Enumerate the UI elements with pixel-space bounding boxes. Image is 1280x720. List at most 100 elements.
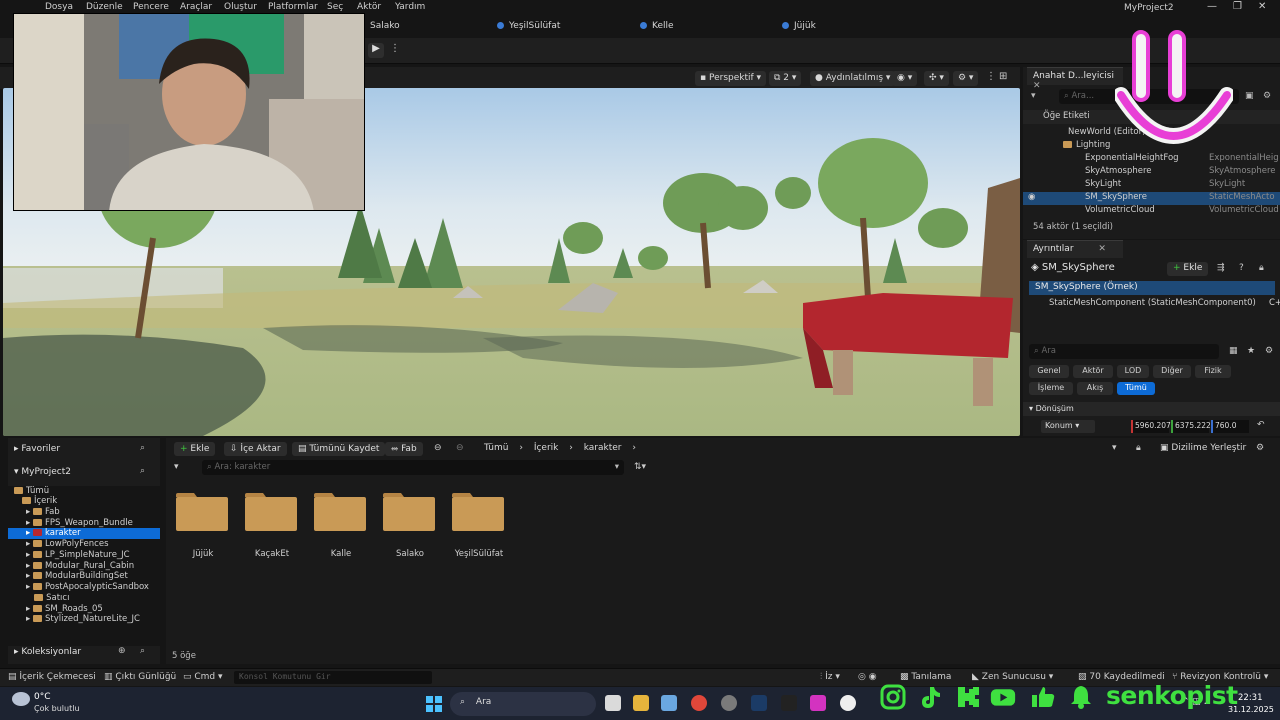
tab-jujuk[interactable]: Jüjük: [782, 21, 816, 31]
folder-tile[interactable]: KaçakEt: [237, 488, 297, 559]
more-options-icon[interactable]: ⋮: [390, 43, 400, 54]
eye-icon[interactable]: ◉: [1028, 192, 1035, 202]
outliner-row[interactable]: VolumetricCloud VolumetricCloud: [1023, 205, 1280, 218]
add-button[interactable]: + Ekle: [174, 442, 216, 456]
reset-icon[interactable]: ↶: [1257, 420, 1265, 430]
menu-select[interactable]: Seç: [327, 2, 343, 12]
app-icon[interactable]: [721, 695, 737, 711]
save-all-button[interactable]: ▤ Tümünü Kaydet: [292, 442, 386, 456]
search-icon[interactable]: ⌕: [140, 466, 145, 476]
fab-button[interactable]: ⥈ Fab: [385, 442, 423, 456]
location-z-field[interactable]: 760.0: [1211, 420, 1249, 433]
output-log-button[interactable]: ▥ Çıktı Günlüğü: [104, 672, 176, 682]
settings-icon[interactable]: ⚙ ▾: [953, 71, 979, 86]
location-dropdown[interactable]: Konum ▾: [1041, 420, 1095, 433]
menu-help[interactable]: Yardım: [395, 2, 425, 12]
tab-yesilsulufat[interactable]: YeşilSülüfat: [497, 21, 560, 31]
favorites-header[interactable]: ▸ Favoriler: [14, 444, 60, 454]
sort-icon[interactable]: ⇅▾: [634, 462, 646, 472]
taskbar-search[interactable]: ⌕ Ara: [450, 692, 596, 716]
filter-icon[interactable]: ▾: [1031, 91, 1036, 101]
show-flags-icon[interactable]: ◉ ▾: [892, 71, 918, 86]
search-icon[interactable]: ⌕: [140, 443, 145, 453]
grid-icon[interactable]: ▦: [1229, 346, 1238, 356]
tree-item[interactable]: ▸ Stylized_NatureLite_JC: [8, 614, 160, 625]
breadcrumb-item[interactable]: karakter: [584, 443, 622, 453]
tab-kelle[interactable]: Kelle: [640, 21, 674, 31]
menu-create[interactable]: Oluştur: [224, 2, 257, 12]
filter-lod[interactable]: LOD: [1117, 365, 1149, 378]
unreal-engine-icon[interactable]: [840, 695, 856, 711]
trace-dropdown[interactable]: ⫶ İz ▾: [820, 672, 840, 682]
play-icon[interactable]: ▶: [368, 43, 384, 58]
outliner-settings-icon[interactable]: ⚙: [1263, 91, 1271, 101]
streaming-app-icon[interactable]: [810, 695, 826, 711]
component-row[interactable]: StaticMeshComponent (StaticMeshComponent…: [1049, 298, 1280, 308]
weather-temp[interactable]: 0°C: [34, 692, 51, 702]
menu-tools[interactable]: Araçlar: [180, 2, 212, 12]
lock-icon[interactable]: 🔒︎: [1259, 263, 1264, 273]
maximize-icon[interactable]: ❐: [1233, 1, 1242, 12]
tree-item[interactable]: Satıcı: [8, 593, 160, 604]
file-explorer-icon[interactable]: [633, 695, 649, 711]
location-x-field[interactable]: 5960.207: [1131, 420, 1171, 433]
transform-icon[interactable]: ✣ ▾: [924, 71, 949, 86]
cb-settings-icon[interactable]: ⚙: [1256, 443, 1264, 453]
help-icon[interactable]: ?: [1239, 263, 1244, 273]
clock-time[interactable]: 22:31: [1238, 693, 1263, 703]
component-instance-row[interactable]: SM_SkySphere (Örnek): [1029, 281, 1275, 295]
collections-header[interactable]: ▸ Koleksiyonlar: [14, 647, 81, 657]
tree-item[interactable]: ▸ LowPolyFences: [8, 539, 160, 550]
folder-tile[interactable]: Jüjük: [168, 488, 228, 559]
epic-games-icon[interactable]: [781, 695, 797, 711]
search-icon[interactable]: ⌕: [140, 646, 145, 656]
tree-item[interactable]: ▸ LP_SimpleNature_JC: [8, 550, 160, 561]
tab-salako[interactable]: Salako: [370, 21, 400, 31]
details-search-input[interactable]: ⌕ Ara: [1029, 344, 1219, 359]
project-header[interactable]: ▾ MyProject2: [14, 467, 71, 477]
console-input[interactable]: Konsol Komutunu Gir: [234, 671, 432, 684]
close-tab-icon[interactable]: ✕: [1098, 244, 1106, 254]
filter-icon[interactable]: ▾: [174, 462, 179, 472]
menu-file[interactable]: Dosya: [45, 2, 73, 12]
record-icon[interactable]: ◎ ◉: [858, 672, 877, 682]
chevron-down-icon[interactable]: ▾: [1112, 443, 1117, 453]
close-icon[interactable]: ✕: [1258, 1, 1266, 12]
back-icon[interactable]: ⊖: [434, 443, 442, 453]
filter-all[interactable]: Tümü: [1117, 382, 1155, 395]
filter-rendering[interactable]: İşleme: [1029, 382, 1073, 395]
tree-item[interactable]: İçerik: [8, 496, 160, 507]
folder-tile[interactable]: YeşilSülüfat: [444, 488, 504, 559]
blueprint-icon[interactable]: ⇶: [1217, 263, 1225, 273]
tab-outliner[interactable]: Anahat D...leyicisi ✕: [1027, 67, 1123, 91]
filter-streaming[interactable]: Akış: [1077, 382, 1113, 395]
star-icon[interactable]: ★: [1247, 346, 1255, 356]
folder-tile[interactable]: Salako: [375, 488, 435, 559]
add-component-button[interactable]: + Ekle: [1167, 262, 1209, 276]
breadcrumb-item[interactable]: Tümü: [484, 443, 508, 453]
tree-item[interactable]: ▸ PostApocalypticSandbox: [8, 582, 160, 593]
lit-mode-dropdown[interactable]: ● Aydınlatılmış ▾: [810, 71, 896, 86]
import-button[interactable]: ⇩ İçe Aktar: [224, 442, 287, 456]
viewport-menu-icon[interactable]: ⋮: [986, 71, 996, 82]
add-folder-icon[interactable]: ▣: [1245, 91, 1254, 101]
content-search-input[interactable]: ⌕ Ara: karakter ▾: [202, 460, 624, 475]
tree-item[interactable]: ▸ Fab: [8, 507, 160, 518]
tab-details[interactable]: Ayrıntılar ✕: [1027, 240, 1123, 258]
content-drawer-button[interactable]: ▤ İçerik Çekmecesi: [8, 672, 96, 682]
tree-item-selected[interactable]: ▸ karakter: [8, 528, 160, 539]
task-view-icon[interactable]: [605, 695, 621, 711]
location-y-field[interactable]: 6375.222: [1171, 420, 1211, 433]
layout-icon[interactable]: ⊞: [999, 71, 1007, 82]
outliner-row-selected[interactable]: ◉ SM_SkySphere StaticMeshActo: [1023, 192, 1280, 205]
details-settings-icon[interactable]: ⚙: [1265, 346, 1273, 356]
dock-in-layout-button[interactable]: ▣ Dizilime Yerleştir: [1160, 443, 1246, 453]
lock-icon[interactable]: 🔒︎: [1136, 443, 1141, 453]
view-count-dropdown[interactable]: ⧉ 2 ▾: [769, 71, 802, 86]
breadcrumb-item[interactable]: İçerik: [534, 443, 559, 453]
outliner-row[interactable]: SkyAtmosphere SkyAtmosphere: [1023, 166, 1280, 179]
tree-item[interactable]: ▸ ModularBuildingSet: [8, 571, 160, 582]
steam-icon[interactable]: [751, 695, 767, 711]
filter-misc[interactable]: Diğer: [1153, 365, 1191, 378]
diagnostics-button[interactable]: ▩ Tanılama: [900, 672, 951, 682]
